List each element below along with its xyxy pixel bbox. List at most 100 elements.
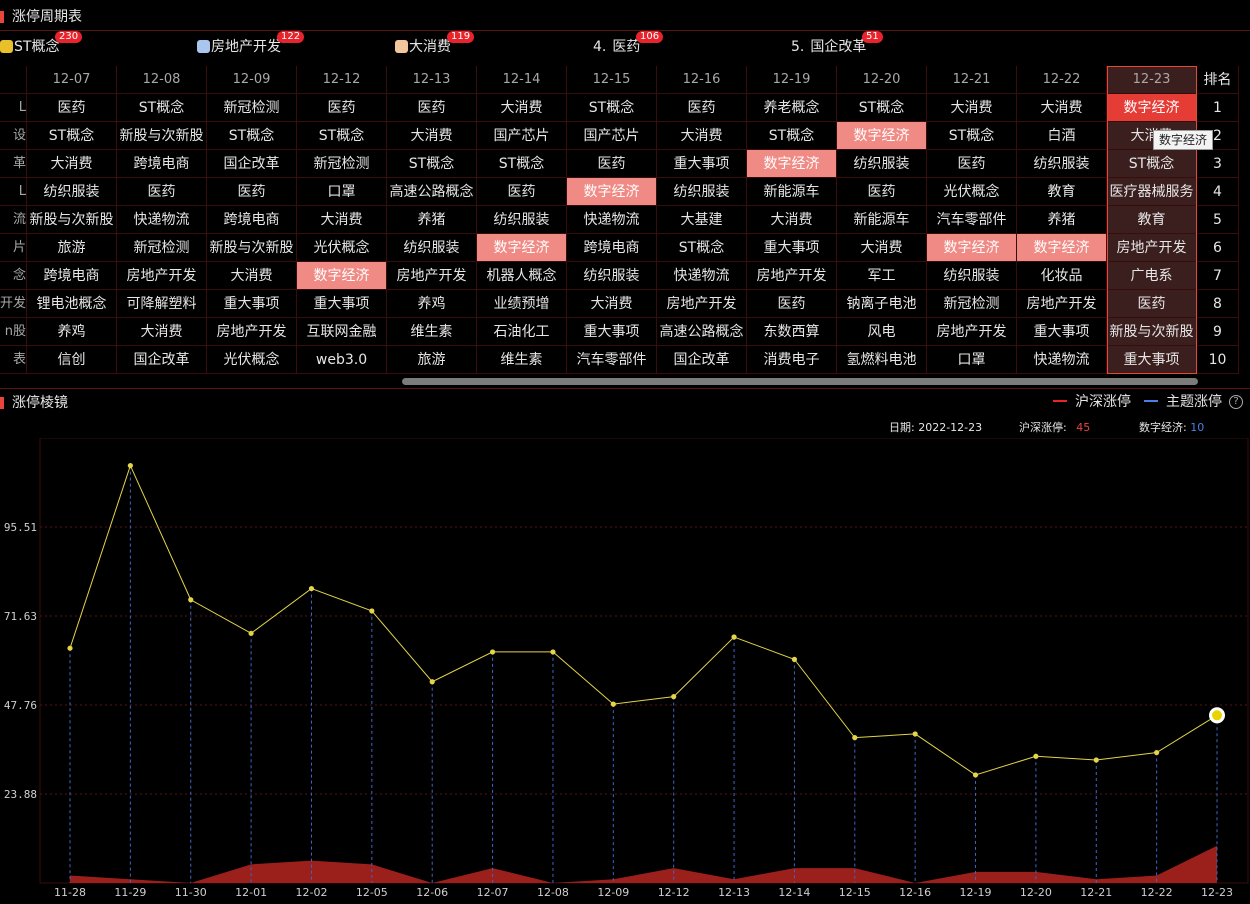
concept-cell[interactable]: 大消费	[387, 122, 477, 150]
concept-cell[interactable]: 医药	[27, 94, 117, 122]
concept-cell[interactable]: 医药	[657, 94, 747, 122]
concept-cell[interactable]: 跨境电商	[27, 262, 117, 290]
concept-cell[interactable]: 重大事项	[297, 290, 387, 318]
concept-cell[interactable]: 国产芯片	[567, 122, 657, 150]
date-header-12-15[interactable]: 12-15	[567, 66, 657, 94]
concept-cell[interactable]: 大消费	[837, 234, 927, 262]
concept-cell[interactable]: 跨境电商	[117, 150, 207, 178]
concept-cell[interactable]: 军工	[837, 262, 927, 290]
concept-cell[interactable]: 大消费	[297, 206, 387, 234]
concept-cell[interactable]: 医药	[117, 178, 207, 206]
concept-cell[interactable]: ST概念	[747, 122, 837, 150]
concept-cell[interactable]: 化妆品	[1017, 262, 1107, 290]
date-header-12-14[interactable]: 12-14	[477, 66, 567, 94]
concept-cell[interactable]: 医药	[927, 150, 1017, 178]
concept-cell[interactable]: 快递物流	[657, 262, 747, 290]
concept-cell[interactable]: 国企改革	[657, 346, 747, 374]
date-header-12-07[interactable]: 12-07	[27, 66, 117, 94]
concept-cell[interactable]: 光伏概念	[297, 234, 387, 262]
concept-cell[interactable]: 快递物流	[117, 206, 207, 234]
top-concept-1[interactable]: ST概念 230	[0, 31, 83, 59]
concept-cell[interactable]: 重大事项	[207, 290, 297, 318]
concept-cell[interactable]: ST概念	[207, 122, 297, 150]
concept-cell[interactable]: 新冠检测	[927, 290, 1017, 318]
concept-cell[interactable]: web3.0	[297, 346, 387, 374]
concept-cell[interactable]: 光伏概念	[927, 178, 1017, 206]
top-concept-3[interactable]: 大消费 119	[395, 31, 475, 59]
concept-cell[interactable]: 纺织服装	[27, 178, 117, 206]
concept-cell[interactable]: 大消费	[567, 290, 657, 318]
concept-cell[interactable]: 医药	[387, 94, 477, 122]
concept-cell[interactable]: 新能源车	[747, 178, 837, 206]
legend-theme[interactable]: 主题涨停	[1144, 392, 1222, 412]
concept-cell[interactable]: 大消费	[927, 94, 1017, 122]
concept-cell[interactable]: 纺织服装	[387, 234, 477, 262]
concept-cell[interactable]: 大基建	[657, 206, 747, 234]
concept-cell[interactable]: ST概念	[387, 150, 477, 178]
concept-cell[interactable]: 数字经济	[1107, 94, 1197, 122]
legend-market[interactable]: 沪深涨停	[1053, 392, 1131, 412]
concept-cell[interactable]: ST概念	[657, 234, 747, 262]
top-concept-2[interactable]: 房地产开发 122	[197, 31, 305, 59]
concept-cell[interactable]: 业绩预增	[477, 290, 567, 318]
concept-cell[interactable]: 数字经济	[837, 122, 927, 150]
concept-cell[interactable]: 纺织服装	[837, 150, 927, 178]
concept-cell[interactable]: 数字经济	[927, 234, 1017, 262]
concept-cell[interactable]: 快递物流	[567, 206, 657, 234]
concept-cell[interactable]: 房地产开发	[207, 318, 297, 346]
concept-cell[interactable]: 光伏概念	[207, 346, 297, 374]
concept-cell[interactable]: 教育	[1107, 206, 1197, 234]
concept-cell[interactable]: ST概念	[27, 122, 117, 150]
concept-cell[interactable]: 新股与次新股	[27, 206, 117, 234]
concept-cell[interactable]: 重大事项	[1017, 318, 1107, 346]
concept-cell[interactable]: ST概念	[477, 150, 567, 178]
concept-cell[interactable]: 大消费	[27, 150, 117, 178]
concept-cell[interactable]: ST概念	[567, 94, 657, 122]
concept-cell[interactable]: 新能源车	[837, 206, 927, 234]
concept-cell[interactable]: 大消费	[1017, 94, 1107, 122]
concept-cell[interactable]: 重大事项	[747, 234, 837, 262]
help-icon[interactable]: ?	[1229, 395, 1243, 409]
concept-cell[interactable]: ST概念	[927, 122, 1017, 150]
concept-cell[interactable]: 石油化工	[477, 318, 567, 346]
concept-cell[interactable]: 数字经济	[297, 262, 387, 290]
concept-cell[interactable]: 高速公路概念	[657, 318, 747, 346]
concept-cell[interactable]: 数字经济	[477, 234, 567, 262]
concept-cell[interactable]: 快递物流	[1017, 346, 1107, 374]
concept-cell[interactable]: 高速公路概念	[387, 178, 477, 206]
concept-cell[interactable]: 钠离子电池	[837, 290, 927, 318]
concept-cell[interactable]: 数字经济	[747, 150, 837, 178]
date-header-12-13[interactable]: 12-13	[387, 66, 477, 94]
date-header-12-12[interactable]: 12-12	[297, 66, 387, 94]
concept-cell[interactable]: 白酒	[1017, 122, 1107, 150]
date-header-12-08[interactable]: 12-08	[117, 66, 207, 94]
concept-cell[interactable]: 医药	[747, 290, 837, 318]
concept-cell[interactable]: 房地产开发	[1107, 234, 1197, 262]
concept-cell[interactable]: 纺织服装	[567, 262, 657, 290]
concept-cell[interactable]: 房地产开发	[747, 262, 837, 290]
concept-cell[interactable]: 纺织服装	[927, 262, 1017, 290]
concept-cell[interactable]: 大消费	[657, 122, 747, 150]
date-header-12-16[interactable]: 12-16	[657, 66, 747, 94]
scrollbar-thumb[interactable]	[402, 378, 1198, 385]
concept-cell[interactable]: 纺织服装	[477, 206, 567, 234]
date-header-12-09[interactable]: 12-09	[207, 66, 297, 94]
concept-cell[interactable]: 医疗器械服务	[1107, 178, 1197, 206]
concept-cell[interactable]: ST概念	[117, 94, 207, 122]
concept-cell[interactable]: 数字经济	[567, 178, 657, 206]
concept-cell[interactable]: 互联网金融	[297, 318, 387, 346]
concept-cell[interactable]: 维生素	[477, 346, 567, 374]
concept-cell[interactable]: 房地产开发	[1017, 290, 1107, 318]
concept-cell[interactable]: 房地产开发	[927, 318, 1017, 346]
concept-cell[interactable]: 医药	[477, 178, 567, 206]
date-header-12-21[interactable]: 12-21	[927, 66, 1017, 94]
concept-cell[interactable]: 国产芯片	[477, 122, 567, 150]
date-header-12-19[interactable]: 12-19	[747, 66, 837, 94]
concept-cell[interactable]: 房地产开发	[657, 290, 747, 318]
date-header-12-22[interactable]: 12-22	[1017, 66, 1107, 94]
concept-cell[interactable]: 纺织服装	[657, 178, 747, 206]
concept-cell[interactable]: 旅游	[27, 234, 117, 262]
concept-cell[interactable]: 大消费	[747, 206, 837, 234]
concept-cell[interactable]: 养鸡	[27, 318, 117, 346]
top-concept-4[interactable]: 4. 医药 106	[593, 31, 664, 59]
